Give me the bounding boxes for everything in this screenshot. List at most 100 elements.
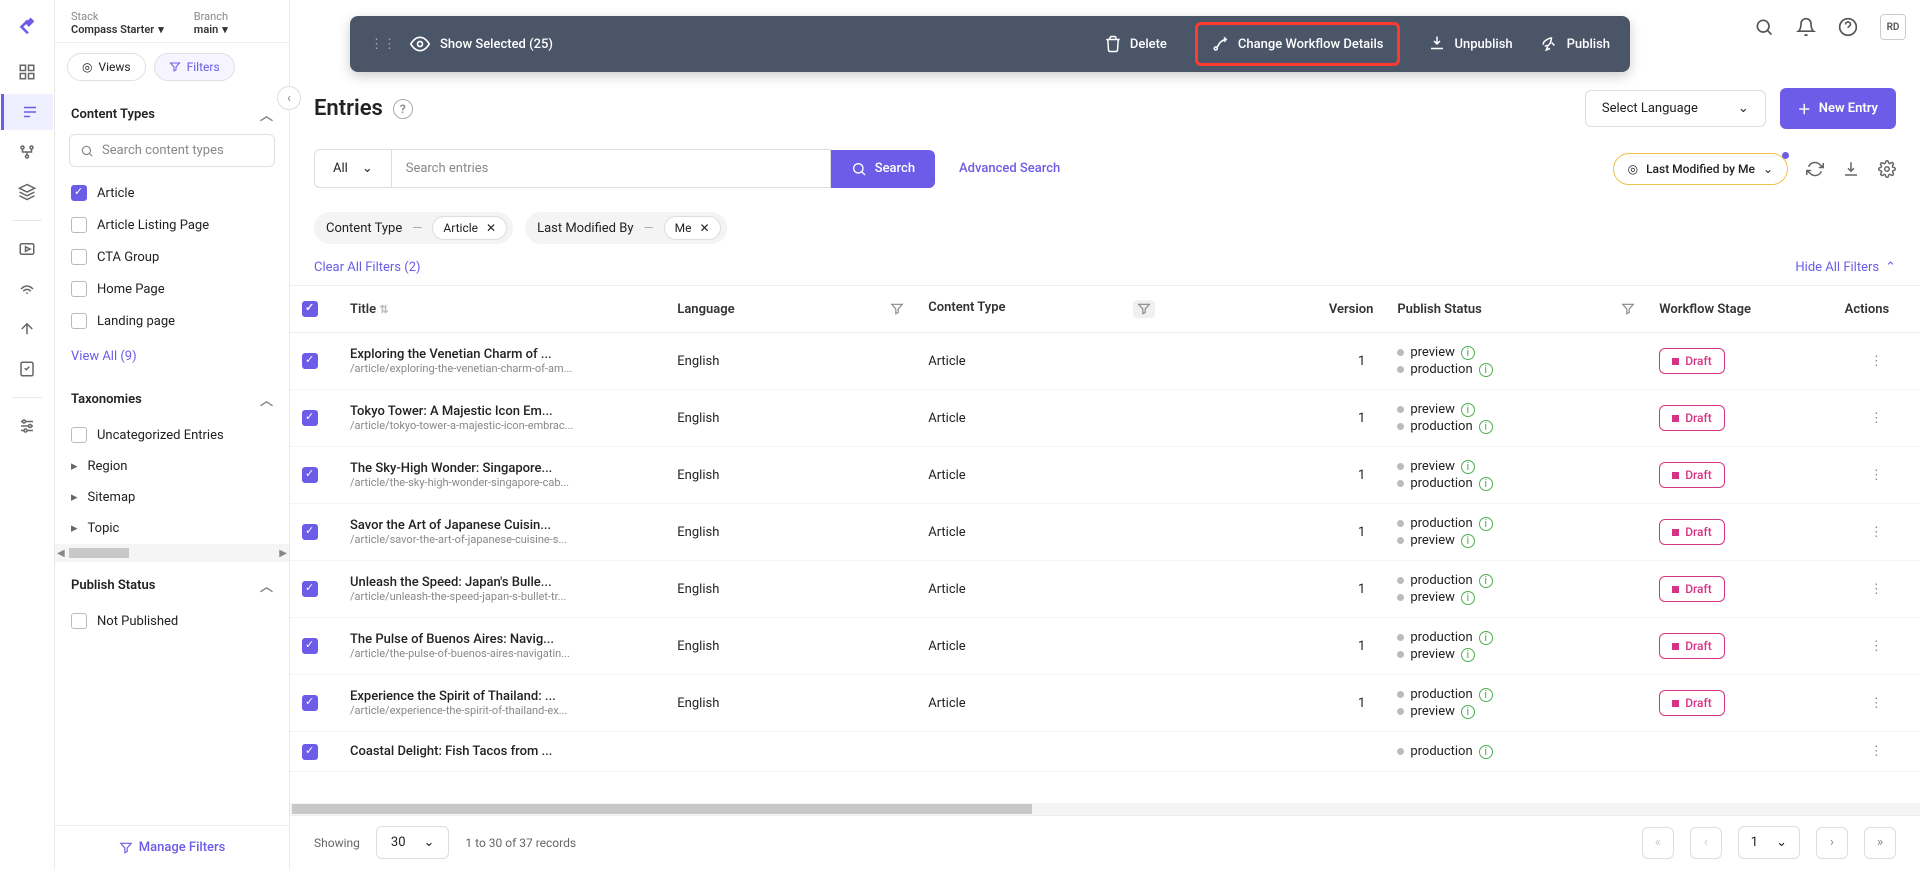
table-row[interactable]: Coastal Delight: Fish Tacos from ... pro… xyxy=(290,732,1920,772)
row-actions-menu[interactable]: ⋮ xyxy=(1833,675,1920,732)
info-icon[interactable]: i xyxy=(1479,420,1493,434)
branch-selector[interactable]: main▾ xyxy=(194,23,228,36)
checkbox-icon[interactable] xyxy=(71,427,87,443)
content-type-item[interactable]: Article xyxy=(69,177,275,209)
publish-status-section[interactable]: Publish Status ︿ xyxy=(55,562,289,605)
page-selector[interactable]: 1⌄ xyxy=(1738,826,1800,859)
search-button[interactable]: Search xyxy=(831,150,935,188)
collapse-sidebar-button[interactable]: ‹ xyxy=(277,86,301,110)
views-toggle[interactable]: ◎Views xyxy=(67,53,146,81)
content-type-item[interactable]: Home Page xyxy=(69,273,275,305)
checkbox-icon[interactable] xyxy=(71,249,87,265)
checkbox-icon[interactable] xyxy=(71,185,87,201)
info-icon[interactable]: i xyxy=(1461,591,1475,605)
last-page-button[interactable]: » xyxy=(1864,827,1896,859)
help-tooltip-icon[interactable]: ? xyxy=(393,99,413,119)
filter-chip-article[interactable]: Article✕ xyxy=(432,216,507,240)
stack-selector[interactable]: Compass Starter▾ xyxy=(71,23,164,36)
content-type-item[interactable]: Landing page xyxy=(69,305,275,337)
checkbox-icon[interactable] xyxy=(71,613,87,629)
drag-handle-icon[interactable]: ⋮⋮ xyxy=(370,37,396,52)
taxonomies-section[interactable]: Taxonomies ︿ xyxy=(55,376,289,419)
table-row[interactable]: Savor the Art of Japanese Cuisin.../arti… xyxy=(290,504,1920,561)
info-icon[interactable]: i xyxy=(1461,705,1475,719)
row-actions-menu[interactable]: ⋮ xyxy=(1833,390,1920,447)
row-checkbox[interactable] xyxy=(302,467,318,483)
taxonomy-item[interactable]: ▸Topic xyxy=(69,513,275,544)
search-content-types[interactable]: Search content types xyxy=(69,134,275,167)
models-icon[interactable] xyxy=(9,134,45,170)
row-actions-menu[interactable]: ⋮ xyxy=(1833,618,1920,675)
info-icon[interactable]: i xyxy=(1479,688,1493,702)
sort-icon[interactable]: ⇅ xyxy=(379,303,388,316)
table-row[interactable]: Tokyo Tower: A Majestic Icon Em.../artic… xyxy=(290,390,1920,447)
row-checkbox[interactable] xyxy=(302,410,318,426)
publish-button[interactable]: Publish xyxy=(1541,35,1610,53)
show-selected-button[interactable]: Show Selected (25) xyxy=(410,34,553,54)
info-icon[interactable]: i xyxy=(1479,745,1493,759)
network-icon[interactable] xyxy=(9,271,45,307)
select-language-dropdown[interactable]: Select Language ⌄ xyxy=(1585,90,1766,127)
next-page-button[interactable]: › xyxy=(1816,827,1848,859)
table-header[interactable]: Language xyxy=(665,286,916,333)
scroll-left-icon[interactable]: ◀ xyxy=(57,548,65,559)
search-scope-dropdown[interactable]: All⌄ xyxy=(314,149,391,188)
info-icon[interactable]: i xyxy=(1461,403,1475,417)
prev-page-button[interactable]: ‹ xyxy=(1690,827,1722,859)
table-header[interactable]: Title ⇅ xyxy=(338,286,665,333)
publish-status-item[interactable]: Not Published xyxy=(69,605,275,637)
table-row[interactable]: The Sky-High Wonder: Singapore.../articl… xyxy=(290,447,1920,504)
info-icon[interactable]: i xyxy=(1479,574,1493,588)
row-actions-menu[interactable]: ⋮ xyxy=(1833,732,1920,772)
assets-icon[interactable] xyxy=(9,174,45,210)
scroll-right-icon[interactable]: ▶ xyxy=(279,548,287,559)
view-all-content-types[interactable]: View All (9) xyxy=(55,337,289,376)
sidebar-scrollbar[interactable]: ◀ ▶ xyxy=(55,544,289,562)
delete-button[interactable]: Delete xyxy=(1104,35,1167,53)
taxonomy-item[interactable]: ▸Region xyxy=(69,451,275,482)
per-page-selector[interactable]: 30⌄ xyxy=(376,826,450,859)
table-header[interactable]: Content Type xyxy=(916,286,1167,333)
row-checkbox[interactable] xyxy=(302,353,318,369)
checkbox-icon[interactable] xyxy=(71,217,87,233)
table-header[interactable] xyxy=(290,286,338,333)
content-type-item[interactable]: CTA Group xyxy=(69,241,275,273)
table-row[interactable]: The Pulse of Buenos Aires: Navig.../arti… xyxy=(290,618,1920,675)
table-header[interactable]: Workflow Stage xyxy=(1647,286,1832,333)
taxonomy-item[interactable]: ▸Sitemap xyxy=(69,482,275,513)
help-icon[interactable] xyxy=(1838,17,1858,37)
settings-icon[interactable] xyxy=(9,408,45,444)
info-icon[interactable]: i xyxy=(1479,363,1493,377)
refresh-icon[interactable] xyxy=(1806,160,1824,178)
table-scrollbar[interactable] xyxy=(290,803,1920,815)
table-header[interactable]: Actions xyxy=(1833,286,1920,333)
info-icon[interactable]: i xyxy=(1479,477,1493,491)
close-icon[interactable]: ✕ xyxy=(699,221,709,235)
row-actions-menu[interactable]: ⋮ xyxy=(1833,561,1920,618)
search-entries-input[interactable]: Search entries xyxy=(391,149,831,188)
last-modified-by-me-toggle[interactable]: ◎ Last Modified by Me ⌄ xyxy=(1613,153,1788,185)
row-checkbox[interactable] xyxy=(302,695,318,711)
first-page-button[interactable]: « xyxy=(1642,827,1674,859)
table-row[interactable]: Unleash the Speed: Japan's Bulle.../arti… xyxy=(290,561,1920,618)
table-row[interactable]: Experience the Spirit of Thailand: .../a… xyxy=(290,675,1920,732)
advanced-search-link[interactable]: Advanced Search xyxy=(959,161,1060,176)
content-type-item[interactable]: Article Listing Page xyxy=(69,209,275,241)
gear-icon[interactable] xyxy=(1878,160,1896,178)
taxonomy-item[interactable]: Uncategorized Entries xyxy=(69,419,275,451)
filter-icon[interactable] xyxy=(890,302,904,316)
filter-chip-me[interactable]: Me✕ xyxy=(664,216,721,240)
hide-all-filters[interactable]: Hide All Filters⌃ xyxy=(1795,260,1896,275)
preview-icon[interactable] xyxy=(9,231,45,267)
manage-filters-button[interactable]: Manage Filters xyxy=(55,825,289,869)
select-all-checkbox[interactable] xyxy=(302,301,318,317)
change-workflow-button[interactable]: Change Workflow Details xyxy=(1195,22,1401,66)
content-types-section[interactable]: Content Types ︿ xyxy=(55,91,289,134)
brand-logo-icon[interactable] xyxy=(16,14,38,36)
user-avatar[interactable]: RD xyxy=(1880,14,1906,40)
table-header[interactable]: Version xyxy=(1167,286,1385,333)
row-actions-menu[interactable]: ⋮ xyxy=(1833,504,1920,561)
download-icon[interactable] xyxy=(1842,160,1860,178)
info-icon[interactable]: i xyxy=(1461,460,1475,474)
table-header[interactable]: Publish Status xyxy=(1385,286,1647,333)
